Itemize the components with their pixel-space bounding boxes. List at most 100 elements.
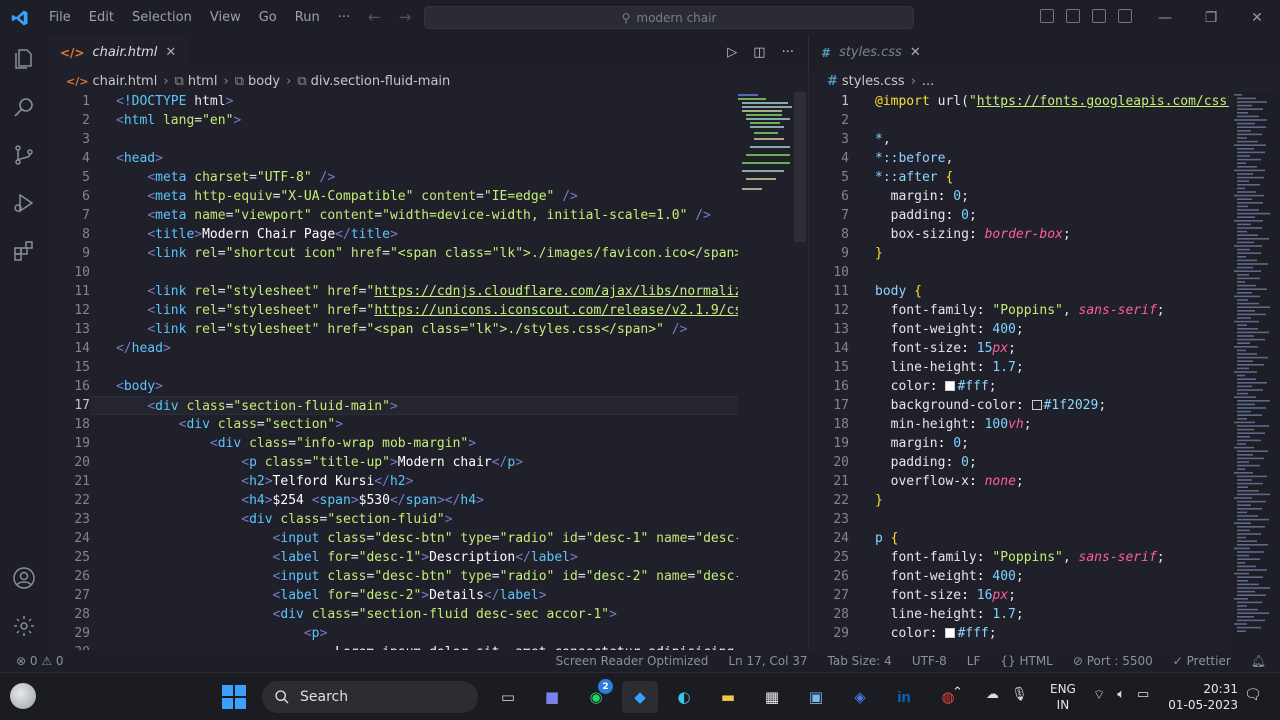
code-line[interactable]: 11 <link rel="stylesheet" href="https://… — [48, 282, 738, 301]
search-icon[interactable] — [0, 83, 48, 131]
input-language[interactable]: ENG IN — [1050, 681, 1076, 713]
menu-edit[interactable]: Edit — [80, 0, 123, 35]
tab-styles-css[interactable]: # styles.css ✕ — [809, 35, 933, 70]
code-line[interactable]: 29 color: #fff; — [809, 624, 1229, 643]
code-line[interactable]: 14 </head> — [48, 339, 738, 358]
code-line[interactable]: 2 <html lang="en"> — [48, 111, 738, 130]
code-line[interactable]: 15 line-height: 1.7; — [809, 358, 1229, 377]
code-line[interactable]: 25 font-family: "Poppins", sans-serif; — [809, 548, 1229, 567]
vscode-taskbar-icon[interactable]: ◆ — [622, 681, 658, 713]
menu-more[interactable]: ··· — [329, 0, 359, 35]
code-line[interactable]: 20 <p class="title-up">Modern chair</p> — [48, 453, 738, 472]
code-line[interactable]: 29 <p> — [48, 624, 738, 643]
customize-layout-icon[interactable] — [1118, 9, 1132, 23]
breadcrumb-more[interactable]: ... — [922, 74, 934, 89]
back-arrow-icon[interactable]: ← — [368, 8, 381, 26]
prettier-status[interactable]: ✓ Prettier — [1173, 650, 1231, 672]
problems-indicator[interactable]: ⊗ 0 ⚠ 0 — [16, 650, 64, 672]
photos-icon[interactable]: ▣ — [798, 681, 834, 713]
breadcrumb-file[interactable]: chair.html — [92, 74, 157, 89]
more-actions-icon[interactable]: ··· — [782, 45, 794, 60]
file-explorer-icon[interactable]: ▬ — [710, 681, 746, 713]
explorer-icon[interactable] — [0, 35, 48, 83]
code-line[interactable]: 28 <div class="section-fluid desc-sec ac… — [48, 605, 738, 624]
code-line[interactable]: 18 <div class="section"> — [48, 415, 738, 434]
linkedin-icon[interactable]: in — [886, 681, 922, 713]
live-server-port[interactable]: ⊘ Port : 5500 — [1073, 650, 1153, 672]
forward-arrow-icon[interactable]: → — [399, 8, 412, 26]
settings-gear-icon[interactable] — [0, 602, 48, 650]
code-line[interactable]: 8 box-sizing: border-box; — [809, 225, 1229, 244]
windows-start-icon[interactable] — [222, 685, 246, 709]
code-line[interactable]: 17 <div class="section-fluid-main"> — [48, 396, 738, 415]
code-line[interactable]: 23 <div class="section-fluid"> — [48, 510, 738, 529]
code-line[interactable]: 28 line-height: 1.7; — [809, 605, 1229, 624]
minimize-icon[interactable]: — — [1142, 0, 1188, 35]
breadcrumb-body[interactable]: body — [248, 74, 280, 89]
code-line[interactable]: 22 <h4>$254 <span>$530</span></h4> — [48, 491, 738, 510]
run-icon[interactable]: ▷ — [727, 45, 737, 60]
minimap-left[interactable] — [736, 92, 794, 242]
code-line[interactable]: 3 *, — [809, 130, 1229, 149]
menu-selection[interactable]: Selection — [123, 0, 201, 35]
code-line[interactable]: 20 padding: 0; — [809, 453, 1229, 472]
split-editor-icon[interactable]: ◫ — [753, 45, 765, 60]
code-line[interactable]: 1 @import url("https://fonts.googleapis.c… — [809, 92, 1229, 111]
tab-chair-html[interactable]: </> chair.html ✕ — [48, 35, 189, 70]
notifications-bell-icon[interactable]: 🔔︎ — [1251, 650, 1266, 672]
code-editor-css[interactable]: 1 @import url("https://fonts.googleapis.c… — [809, 92, 1229, 643]
code-line[interactable]: 27 <label for="desc-2">Details</label> — [48, 586, 738, 605]
code-line[interactable]: 10 — [48, 263, 738, 282]
task-view-icon[interactable]: ▭ — [490, 681, 526, 713]
run-debug-icon[interactable] — [0, 179, 48, 227]
code-line[interactable]: 24 p { — [809, 529, 1229, 548]
store-icon[interactable]: ▦ — [754, 681, 790, 713]
weather-icon[interactable] — [10, 683, 36, 709]
account-icon[interactable] — [0, 554, 48, 602]
network-sound-battery[interactable]: ⌔ 🔈︎ ▭ — [1093, 687, 1149, 703]
cloud-icon[interactable]: ☁︎ — [986, 687, 999, 702]
code-line[interactable]: 19 margin: 0; — [809, 434, 1229, 453]
notification-center-icon[interactable]: 🗨︎ — [1244, 687, 1262, 703]
command-center-search[interactable]: ⚲ modern chair — [424, 6, 914, 29]
code-line[interactable]: 4 <head> — [48, 149, 738, 168]
teams-chat-icon[interactable]: ■ — [534, 681, 570, 713]
code-line[interactable]: 11 body { — [809, 282, 1229, 301]
code-line[interactable]: 24 <input class="desc-btn" type="radio" … — [48, 529, 738, 548]
code-line[interactable]: 15 — [48, 358, 738, 377]
code-line[interactable]: 7 <meta name="viewport" content="width=d… — [48, 206, 738, 225]
menu-run[interactable]: Run — [286, 0, 329, 35]
code-line[interactable]: 13 <link rel="stylesheet" href="<span cl… — [48, 320, 738, 339]
code-line[interactable]: 6 margin: 0; — [809, 187, 1229, 206]
code-line[interactable]: 3 — [48, 130, 738, 149]
code-line[interactable]: 18 min-height: 100vh; — [809, 415, 1229, 434]
code-line[interactable]: 9} — [809, 244, 1229, 263]
code-line[interactable]: 17 background-color: #1f2029; — [809, 396, 1229, 415]
code-line[interactable]: 13 font-weight: 400; — [809, 320, 1229, 339]
microphone-icon[interactable]: 🎙︎ — [1011, 687, 1028, 702]
whatsapp-icon[interactable]: ◉ 2 — [578, 679, 614, 713]
tab-size[interactable]: Tab Size: 4 — [828, 650, 892, 672]
menu-view[interactable]: View — [201, 0, 250, 35]
breadcrumb-file[interactable]: styles.css — [842, 74, 905, 89]
source-control-icon[interactable] — [0, 131, 48, 179]
restore-icon[interactable]: ❐ — [1188, 0, 1234, 35]
code-line[interactable]: 23 — [809, 510, 1229, 529]
code-line[interactable]: 4 *::before, — [809, 149, 1229, 168]
toggle-sidebar-icon[interactable] — [1040, 9, 1054, 23]
code-line[interactable]: 16 color: #fff; — [809, 377, 1229, 396]
extensions-icon[interactable] — [0, 227, 48, 275]
code-editor-html[interactable]: 1 <!DOCTYPE html> 2 <html lang="en"> 3 4 <head… — [48, 92, 738, 662]
code-line[interactable]: 9 <link rel="shortcut icon" href="<span … — [48, 244, 738, 263]
show-hidden-icons-chevron-icon[interactable]: ⌃ — [952, 685, 963, 700]
close-tab-icon[interactable]: ✕ — [165, 45, 176, 60]
toggle-secondary-sidebar-icon[interactable] — [1092, 9, 1106, 23]
code-line[interactable]: 10 — [809, 263, 1229, 282]
code-line[interactable]: 12 font-family: "Poppins", sans-serif; — [809, 301, 1229, 320]
scrollbar-left[interactable] — [794, 92, 806, 242]
code-line[interactable]: 19 <div class="info-wrap mob-margin"> — [48, 434, 738, 453]
line-ending[interactable]: LF — [967, 650, 981, 672]
menu-go[interactable]: Go — [250, 0, 286, 35]
code-line[interactable]: 21 overflow-x: none; — [809, 472, 1229, 491]
code-line[interactable]: 1 <!DOCTYPE html> — [48, 92, 738, 111]
